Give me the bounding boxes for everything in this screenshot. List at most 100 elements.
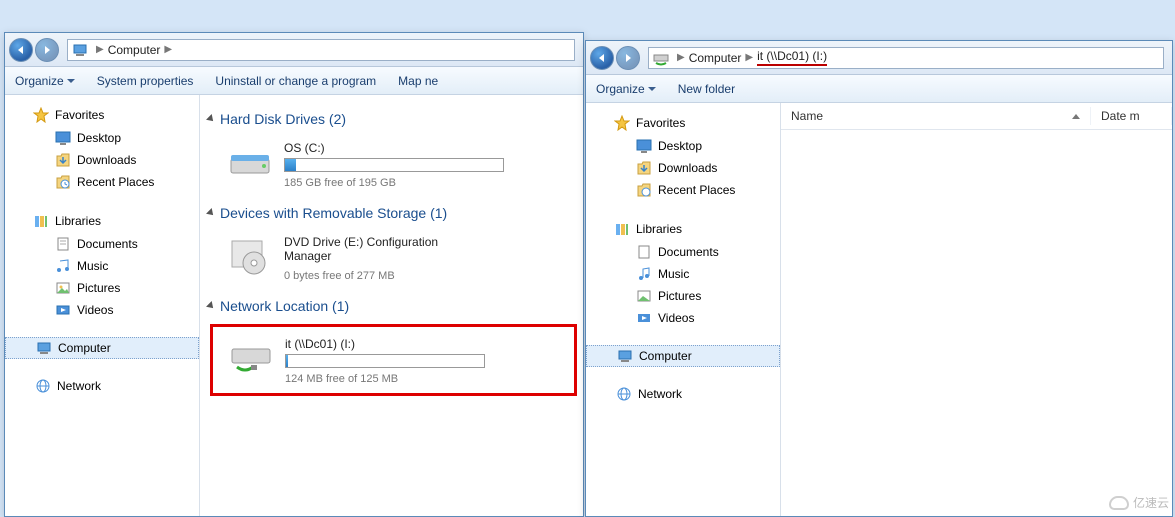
sidebar-item-desktop[interactable]: Desktop — [586, 135, 780, 157]
new-folder-button[interactable]: New folder — [678, 82, 735, 96]
cloud-icon — [1109, 496, 1129, 510]
network-icon — [616, 386, 632, 402]
sidebar-item-label: Pictures — [77, 281, 120, 295]
sidebar-item-label: Computer — [58, 341, 111, 355]
chevron-right-icon: ▶ — [164, 44, 172, 55]
computer-icon — [36, 340, 52, 356]
sidebar-item-label: Videos — [658, 311, 694, 325]
sidebar-item-label: Network — [57, 379, 101, 393]
forward-button[interactable] — [616, 46, 640, 70]
sidebar-item-desktop[interactable]: Desktop — [5, 127, 199, 149]
body: Favorites Desktop Downloads Recent Place… — [586, 103, 1172, 516]
sidebar-libraries[interactable]: Libraries — [5, 209, 199, 233]
sidebar-item-downloads[interactable]: Downloads — [586, 157, 780, 179]
sidebar-item-recent[interactable]: Recent Places — [5, 171, 199, 193]
drive-dvd-e[interactable]: DVD Drive (E:) Configuration Manager 0 b… — [206, 231, 577, 292]
sidebar-item-downloads[interactable]: Downloads — [5, 149, 199, 171]
sidebar-label: Favorites — [55, 108, 104, 122]
back-button[interactable] — [590, 46, 614, 70]
sidebar-item-label: Recent Places — [658, 183, 735, 197]
nav-bar: ▶ Computer ▶ — [5, 33, 583, 67]
category-hdd[interactable]: Hard Disk Drives (2) — [208, 111, 577, 127]
back-button[interactable] — [9, 38, 33, 62]
category-network-loc[interactable]: Network Location (1) — [208, 298, 577, 314]
sidebar-item-computer[interactable]: Computer — [5, 337, 199, 359]
recent-icon — [636, 182, 652, 198]
watermark: 亿速云 — [1109, 494, 1169, 511]
libraries-icon — [614, 221, 630, 237]
sidebar-label: Libraries — [636, 222, 682, 236]
sidebar-item-pictures[interactable]: Pictures — [586, 285, 780, 307]
address-bar[interactable]: ▶ Computer ▶ it (\\Dc01) (I:) — [648, 47, 1164, 69]
breadcrumb-computer[interactable]: Computer — [689, 51, 742, 65]
breadcrumb-current[interactable]: it (\\Dc01) (I:) — [757, 49, 827, 66]
sidebar-item-label: Downloads — [658, 161, 717, 175]
explorer-window-right: ▶ Computer ▶ it (\\Dc01) (I:) Organize N… — [585, 40, 1173, 517]
sidebar-item-label: Videos — [77, 303, 113, 317]
videos-icon — [636, 310, 652, 326]
sidebar-item-music[interactable]: Music — [586, 263, 780, 285]
sidebar-item-documents[interactable]: Documents — [5, 233, 199, 255]
organize-menu[interactable]: Organize — [596, 82, 656, 96]
sidebar-item-label: Music — [77, 259, 108, 273]
category-title: Hard Disk Drives (2) — [220, 111, 346, 127]
sidebar-item-videos[interactable]: Videos — [5, 299, 199, 321]
storage-bar — [284, 158, 504, 172]
sidebar-item-music[interactable]: Music — [5, 255, 199, 277]
watermark-text: 亿速云 — [1133, 494, 1169, 511]
pictures-icon — [636, 288, 652, 304]
chevron-down-icon — [648, 87, 656, 91]
address-bar[interactable]: ▶ Computer ▶ — [67, 39, 575, 61]
hdd-icon — [226, 141, 274, 181]
libraries-icon — [33, 213, 49, 229]
sidebar-item-videos[interactable]: Videos — [586, 307, 780, 329]
category-title: Network Location (1) — [220, 298, 349, 314]
drive-free: 0 bytes free of 277 MB — [284, 270, 484, 282]
chevron-right-icon: ▶ — [96, 44, 104, 55]
sidebar-label: Libraries — [55, 214, 101, 228]
network-icon — [35, 378, 51, 394]
column-date[interactable]: Date m — [1091, 107, 1172, 125]
column-name[interactable]: Name — [781, 107, 1091, 125]
recent-icon — [55, 174, 71, 190]
system-properties-button[interactable]: System properties — [97, 74, 194, 88]
star-icon — [614, 115, 630, 131]
drive-network-i[interactable]: it (\\Dc01) (I:) 124 MB free of 125 MB — [217, 333, 570, 387]
breadcrumb-computer[interactable]: Computer — [108, 43, 161, 57]
sidebar-item-network[interactable]: Network — [586, 383, 780, 405]
map-drive-button[interactable]: Map ne — [398, 74, 438, 88]
highlight-box: it (\\Dc01) (I:) 124 MB free of 125 MB — [210, 324, 577, 396]
sidebar-label: Favorites — [636, 116, 685, 130]
drive-free: 124 MB free of 125 MB — [285, 373, 398, 385]
sidebar: Favorites Desktop Downloads Recent Place… — [5, 95, 200, 516]
sidebar-item-label: Network — [638, 387, 682, 401]
sidebar-item-documents[interactable]: Documents — [586, 241, 780, 263]
collapse-icon — [206, 114, 216, 124]
sidebar-item-network[interactable]: Network — [5, 375, 199, 397]
category-removable[interactable]: Devices with Removable Storage (1) — [208, 205, 577, 221]
sidebar-item-recent[interactable]: Recent Places — [586, 179, 780, 201]
drive-name: OS (C:) — [284, 141, 504, 155]
content-pane: Hard Disk Drives (2) OS (C:) 185 GB free… — [200, 95, 583, 516]
sidebar-item-label: Desktop — [658, 139, 702, 153]
sidebar-favorites[interactable]: Favorites — [586, 111, 780, 135]
sidebar-item-label: Recent Places — [77, 175, 154, 189]
sidebar-item-label: Music — [658, 267, 689, 281]
sidebar-item-label: Documents — [658, 245, 719, 259]
storage-bar — [285, 354, 485, 368]
sidebar-item-pictures[interactable]: Pictures — [5, 277, 199, 299]
chevron-right-icon: ▶ — [677, 52, 685, 63]
uninstall-button[interactable]: Uninstall or change a program — [215, 74, 376, 88]
sidebar-item-label: Computer — [639, 349, 692, 363]
drive-name: DVD Drive (E:) Configuration Manager — [284, 235, 484, 263]
sidebar-libraries[interactable]: Libraries — [586, 217, 780, 241]
music-icon — [636, 266, 652, 282]
organize-menu[interactable]: Organize — [15, 74, 75, 88]
downloads-icon — [636, 160, 652, 176]
sidebar-favorites[interactable]: Favorites — [5, 103, 199, 127]
sidebar-item-computer[interactable]: Computer — [586, 345, 780, 367]
sidebar-item-label: Downloads — [77, 153, 136, 167]
collapse-icon — [206, 208, 216, 218]
forward-button[interactable] — [35, 38, 59, 62]
drive-os-c[interactable]: OS (C:) 185 GB free of 195 GB — [206, 137, 577, 199]
